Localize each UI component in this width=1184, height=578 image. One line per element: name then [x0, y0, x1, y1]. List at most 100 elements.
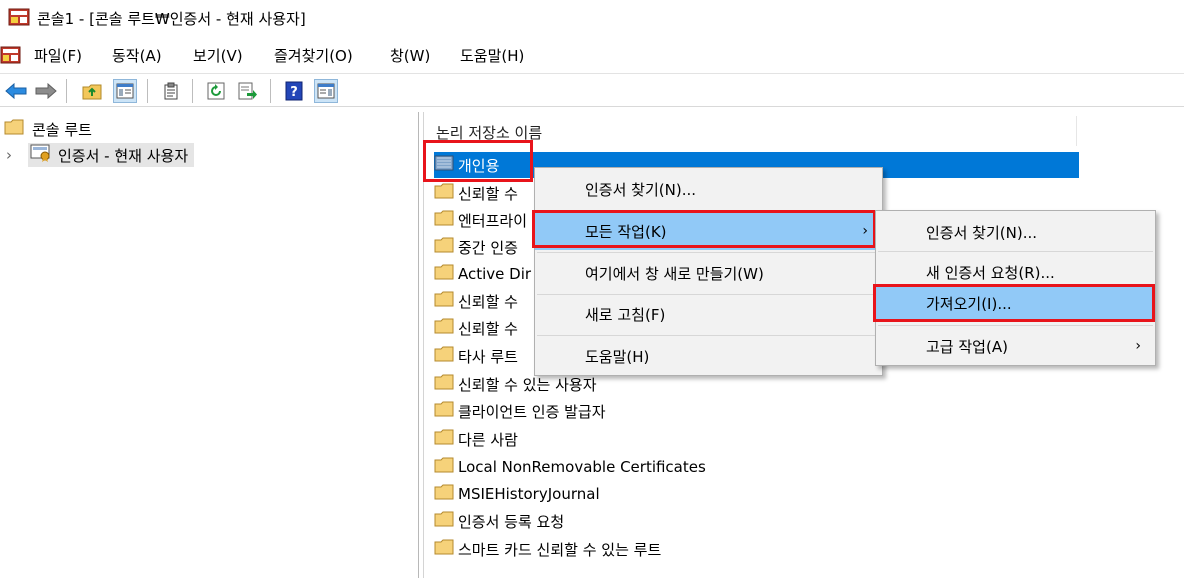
tree-item-label: 콘솔 루트: [32, 120, 92, 139]
list-item[interactable]: 인증서 등록 요청: [434, 508, 564, 534]
all-tasks-submenu: 인증서 찾기(N)... 새 인증서 요청(R)... 가져오기(I)... 고…: [875, 210, 1156, 366]
list-item-label: 신뢰할 수: [458, 184, 518, 203]
menu-view[interactable]: 보기(V): [193, 45, 243, 66]
tree-item-label: 인증서 - 현재 사용자: [58, 146, 189, 165]
menu-separator: [878, 325, 1153, 326]
menu-separator: [537, 252, 880, 253]
menu-item-label: 인증서 찾기(N)...: [585, 180, 696, 199]
column-divider: [1076, 116, 1077, 146]
refresh-icon[interactable]: [204, 79, 228, 103]
list-item[interactable]: 신뢰할 수: [434, 315, 518, 341]
list-item[interactable]: 엔터프라이: [434, 207, 527, 233]
list-item[interactable]: 클라이언트 인증 발급자: [434, 398, 606, 424]
list-item-label: 개인용: [458, 156, 500, 175]
tree-item-console-root[interactable]: 콘솔 루트: [4, 117, 92, 141]
menu-item-label: 여기에서 창 새로 만들기(W): [585, 264, 764, 283]
context-find-certificates[interactable]: 인증서 찾기(N)...: [535, 170, 882, 208]
list-item-label: 신뢰할 수: [458, 319, 518, 338]
menu-bar: 파일(F) 동작(A) 보기(V) 즐겨찾기(O) 창(W) 도움말(H): [0, 40, 1184, 70]
menu-item-label: 모든 작업(K): [585, 222, 667, 241]
folder-icon: [434, 539, 454, 559]
chevron-right-icon[interactable]: ›: [6, 146, 22, 164]
list-item-label: 신뢰할 수: [458, 292, 518, 311]
menu-action[interactable]: 동작(A): [112, 45, 162, 66]
window-title: 콘솔1 - [콘솔 루트₩인증서 - 현재 사용자]: [37, 10, 306, 28]
menu-item-label: 새로 고침(F): [585, 305, 666, 324]
list-item[interactable]: 타사 루트: [434, 343, 518, 369]
folder-icon: [434, 484, 454, 504]
list-item-label: 클라이언트 인증 발급자: [458, 402, 606, 421]
menu-separator: [537, 335, 880, 336]
tree-item-certificates-current-user[interactable]: › 인증서 - 현재 사용자: [6, 143, 195, 167]
folder-icon: [434, 210, 454, 230]
up-folder-icon[interactable]: [80, 79, 104, 103]
console-tree: 콘솔 루트 › 인증서 - 현재 사용자: [0, 112, 419, 578]
submenu-find-certificates[interactable]: 인증서 찾기(N)...: [876, 213, 1155, 251]
list-item-label: 엔터프라이: [458, 211, 528, 230]
menu-file[interactable]: 파일(F): [34, 45, 82, 66]
menu-help[interactable]: 도움말(H): [460, 45, 524, 66]
list-item[interactable]: 중간 인증: [434, 234, 518, 260]
folder-icon: [4, 119, 24, 139]
show-hide-tree-icon[interactable]: [113, 79, 137, 103]
menu-window[interactable]: 창(W): [390, 45, 430, 66]
toolbar-separator: [192, 79, 193, 103]
folder-icon: [434, 237, 454, 257]
folder-icon: [434, 374, 454, 394]
list-item[interactable]: 다른 사람: [434, 426, 518, 452]
list-item-label: 타사 루트: [458, 347, 518, 366]
list-item[interactable]: 신뢰할 수: [434, 288, 518, 314]
list-item-label: Local NonRemovable Certificates: [458, 458, 706, 476]
column-header-store-name[interactable]: 논리 저장소 이름: [436, 122, 542, 143]
list-item[interactable]: Local NonRemovable Certificates: [434, 454, 706, 480]
help-icon[interactable]: ?: [282, 79, 306, 103]
submenu-advanced-operations[interactable]: 고급 작업(A) ›: [876, 327, 1155, 365]
menu-favorites[interactable]: 즐겨찾기(O): [274, 45, 353, 66]
back-arrow-icon[interactable]: [4, 79, 28, 103]
list-item[interactable]: MSIEHistoryJournal: [434, 481, 600, 507]
toolbar-separator: [66, 79, 67, 103]
list-item-label: 신뢰할 수 있는 사용자: [458, 375, 597, 394]
certificate-store-icon: [30, 144, 52, 166]
list-item-label: 중간 인증: [458, 238, 518, 257]
list-item-label: MSIEHistoryJournal: [458, 485, 600, 503]
list-item-label: 스마트 카드 신뢰할 수 있는 루트: [458, 540, 662, 559]
toolbar-separator: [270, 79, 271, 103]
menu-item-label: 인증서 찾기(N)...: [926, 223, 1037, 242]
menu-item-label: 도움말(H): [585, 347, 650, 366]
folder-icon: [434, 183, 454, 203]
system-menu-icon[interactable]: [0, 44, 22, 70]
folder-icon: [434, 511, 454, 531]
context-refresh[interactable]: 새로 고침(F): [535, 295, 882, 333]
context-all-tasks[interactable]: 모든 작업(K) ›: [535, 212, 882, 250]
list-item-label: 다른 사람: [458, 430, 518, 449]
folder-icon: [434, 318, 454, 338]
list-item[interactable]: 스마트 카드 신뢰할 수 있는 루트: [434, 536, 661, 562]
folder-icon: [434, 429, 454, 449]
svg-text:?: ?: [290, 85, 298, 100]
folder-icon: [434, 346, 454, 366]
list-item-label: 인증서 등록 요청: [458, 512, 565, 531]
toolbar: ?: [0, 73, 1184, 107]
list-item-label: Active Dir: [458, 265, 532, 283]
show-hide-action-pane-icon[interactable]: [314, 79, 338, 103]
certificate-folder-icon: [434, 154, 454, 176]
forward-arrow-icon[interactable]: [34, 79, 58, 103]
folder-icon: [434, 264, 454, 284]
chevron-right-icon: ›: [1135, 338, 1141, 354]
submenu-import[interactable]: 가져오기(I)...: [876, 286, 1155, 320]
folder-icon: [434, 401, 454, 421]
menu-item-label: 가져오기(I)...: [926, 294, 1012, 313]
list-item[interactable]: Active Dir: [434, 261, 531, 287]
menu-separator: [537, 210, 880, 211]
context-new-window-here[interactable]: 여기에서 창 새로 만들기(W): [535, 254, 882, 292]
list-item[interactable]: 신뢰할 수: [434, 180, 518, 206]
clipboard-icon[interactable]: [159, 79, 183, 103]
context-help[interactable]: 도움말(H): [535, 337, 882, 375]
menu-item-label: 새 인증서 요청(R)...: [926, 263, 1055, 282]
export-list-icon[interactable]: [236, 79, 260, 103]
menu-separator: [878, 251, 1153, 252]
mmc-console-icon: [8, 7, 30, 31]
folder-icon: [434, 291, 454, 311]
menu-item-label: 고급 작업(A): [926, 337, 1008, 356]
